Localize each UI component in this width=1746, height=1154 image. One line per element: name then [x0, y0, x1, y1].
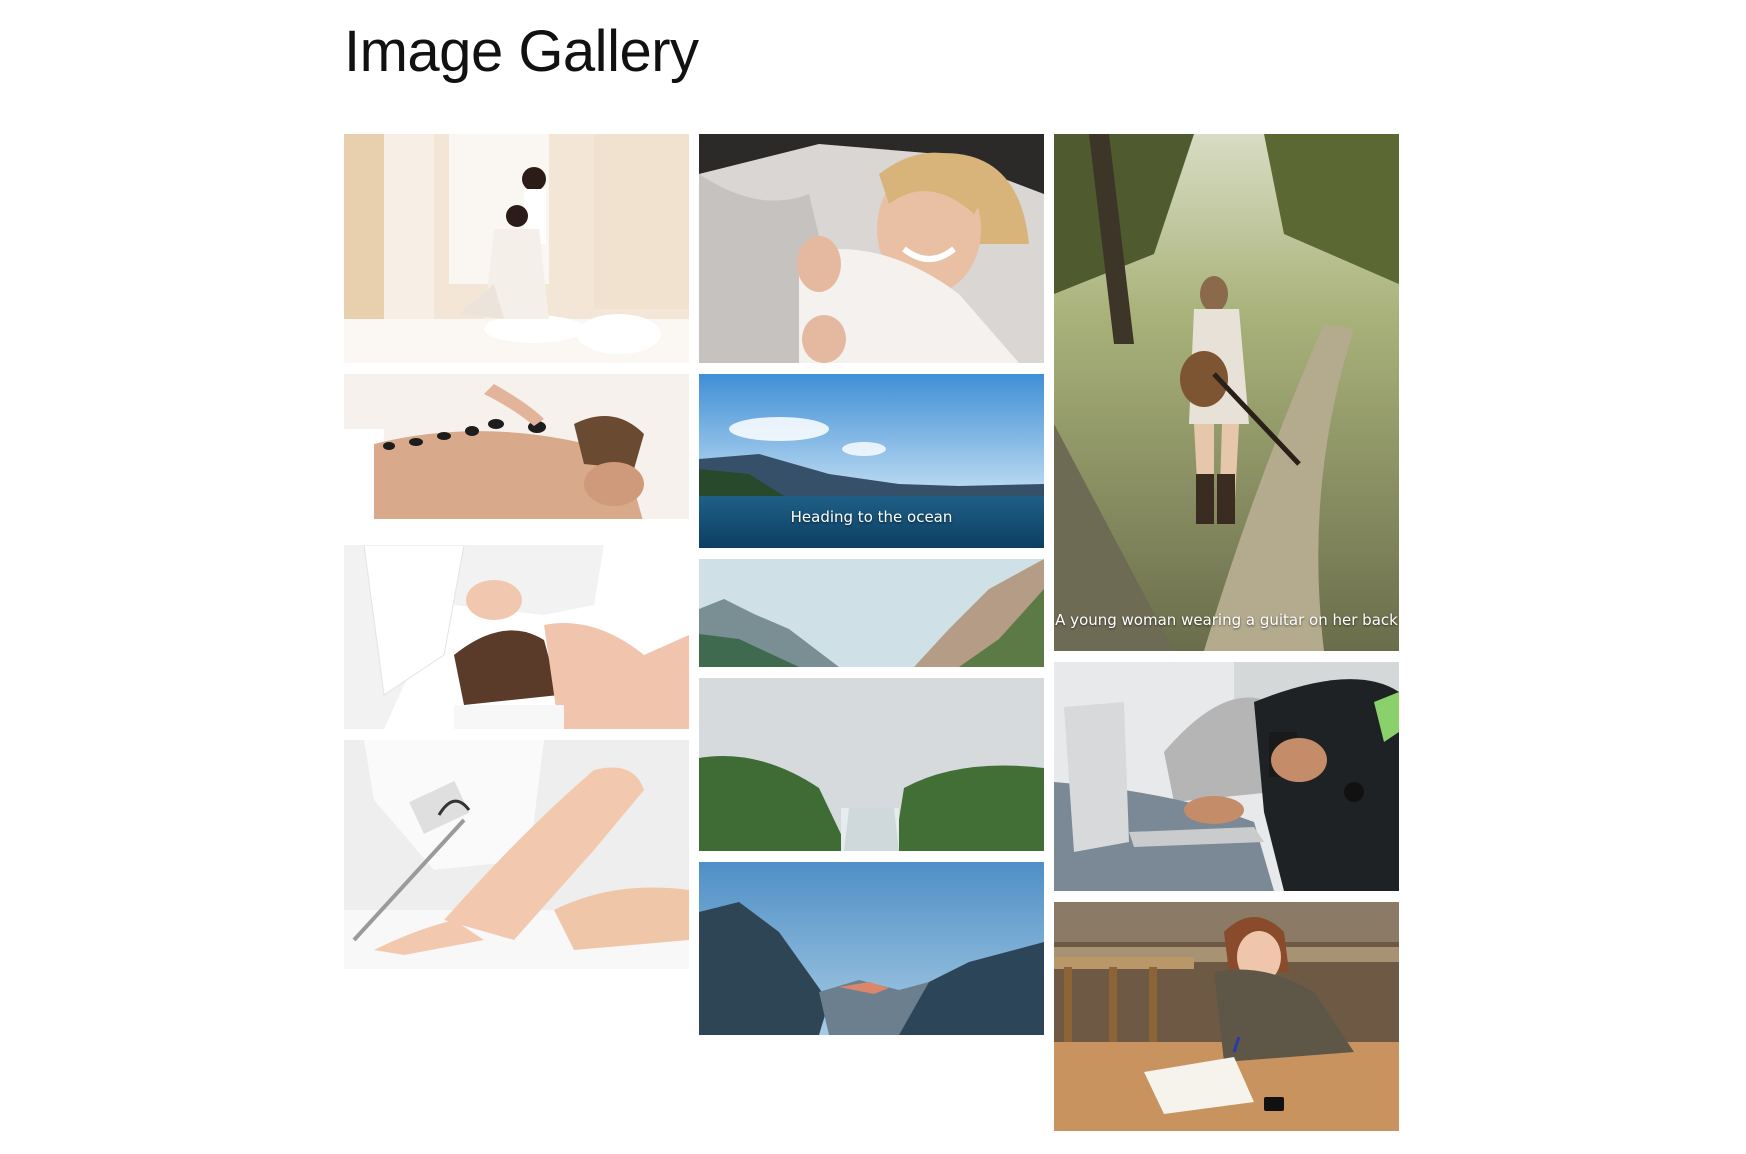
gallery-column-2: Heading to the ocean [699, 134, 1044, 1046]
hot-stone-massage-photo [344, 374, 689, 534]
facial-massage-photo [344, 545, 689, 729]
gallery-image-mountain-range[interactable] [699, 862, 1044, 1035]
gallery-column-1 [344, 134, 689, 980]
gallery-image-laser-hair-removal[interactable] [344, 740, 689, 969]
gallery-image-bride[interactable] [699, 134, 1044, 363]
laser-hair-removal-photo [344, 740, 689, 969]
mountain-valley-photo [699, 559, 1044, 667]
laptop-coffee-photo [1054, 662, 1399, 891]
woman-with-guitar-photo [1054, 134, 1399, 651]
gallery-caption: A young woman wearing a guitar on her ba… [1055, 611, 1398, 629]
gallery-image-thai-massage[interactable] [344, 134, 689, 363]
thai-massage-photo [344, 134, 689, 363]
bride-with-veil-photo [699, 134, 1044, 363]
mountain-range-sky-photo [699, 862, 1044, 1035]
woman-writing-cafe-photo [1054, 902, 1399, 1131]
waterfall-photo [699, 678, 1044, 851]
gallery-column-3: A young woman wearing a guitar on her ba… [1054, 134, 1399, 1142]
gallery-image-ocean[interactable]: Heading to the ocean [699, 374, 1044, 548]
gallery-image-hot-stone-massage[interactable] [344, 374, 689, 534]
gallery-image-mountain-valley[interactable] [699, 559, 1044, 667]
gallery-image-waterfall[interactable] [699, 678, 1044, 851]
gallery-caption: Heading to the ocean [790, 508, 953, 526]
gallery-image-woman-guitar[interactable]: A young woman wearing a guitar on her ba… [1054, 134, 1399, 651]
gallery-image-woman-writing[interactable] [1054, 902, 1399, 1131]
gallery-image-laptop-coffee[interactable] [1054, 662, 1399, 891]
page-title: Image Gallery [344, 19, 699, 84]
gallery-image-facial-massage[interactable] [344, 545, 689, 729]
